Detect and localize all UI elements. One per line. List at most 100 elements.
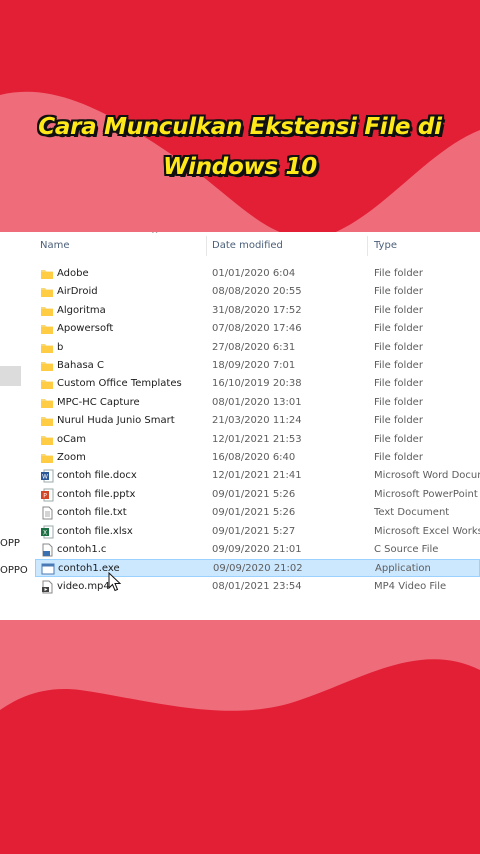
file-row[interactable]: Wcontoh file.docx 12/01/2021 21:41 Microso… [35,467,480,485]
file-date-modified: 08/01/2021 23:54 [212,580,302,592]
file-row[interactable]: AirDroid 08/08/2020 20:55 File folder [35,283,480,301]
file-row[interactable]: Bahasa C 18/09/2020 7:01 File folder [35,357,480,375]
file-row[interactable]: Adobe 01/01/2020 6:04 File folder [35,265,480,283]
column-header-date[interactable]: Date modified [207,232,367,258]
file-name: Algoritma [57,304,106,316]
file-name: Nurul Huda Junio Smart [57,415,175,427]
file-type: File folder [374,378,423,390]
file-name: Apowersoft [57,323,114,335]
file-date-modified: 01/01/2020 6:04 [212,268,296,279]
file-date-modified: 27/08/2020 6:31 [212,341,296,353]
file-name: contoh file.txt [57,507,127,519]
file-type: Text Document [374,507,450,519]
file-date-modified: 16/10/2019 20:38 [212,378,302,390]
file-row[interactable]: Pcontoh file.pptx 09/01/2021 5:26 Microsof… [35,486,480,504]
file-type: Application [375,563,431,575]
file-type: Microsoft Excel Worksh [374,525,480,537]
overlay-title-line1: Cara Munculkan Ekstensi File di [38,114,442,140]
column-header-name[interactable]: ^ Name [35,232,205,258]
file-type: File folder [374,323,423,335]
folder-icon [40,285,54,299]
file-row[interactable]: Apowersoft 07/08/2020 17:46 File folder [35,320,480,338]
file-type: File folder [374,396,423,408]
file-name: Bahasa C [57,360,104,371]
file-row[interactable]: contoh1.c 09/09/2020 21:01 C Source File [35,541,480,559]
file-row[interactable]: contoh1.exe 09/09/2020 21:02 Application [35,559,480,578]
svg-text:X: X [43,529,47,536]
file-row[interactable]: b 27/08/2020 6:31 File folder [35,339,480,357]
svg-text:W: W [42,474,48,481]
nav-pane-selected-item[interactable] [0,366,21,386]
file-name: AirDroid [57,286,98,298]
folder-icon [40,377,54,391]
file-type: C Source File [374,544,439,555]
file-name: contoh file.docx [57,470,137,482]
file-date-modified: 21/03/2020 11:24 [212,415,302,427]
file-name: video.mp4 [57,580,110,592]
video-file-icon [40,580,54,594]
folder-icon [40,304,54,318]
excel-icon: X [40,525,54,539]
file-date-modified: 12/01/2021 21:41 [212,470,302,482]
file-date-modified: 08/08/2020 20:55 [212,286,302,298]
folder-icon [40,267,54,281]
svg-text:P: P [43,492,47,499]
folder-icon [40,433,54,447]
file-row[interactable]: contoh file.txt 09/01/2021 5:26 Text Docum… [35,504,480,522]
file-row[interactable]: oCam 12/01/2021 21:53 File folder [35,431,480,449]
file-date-modified: 09/09/2020 21:02 [213,563,303,575]
file-row[interactable]: Nurul Huda Junio Smart 21/03/2020 11:24 Fi… [35,412,480,430]
file-date-modified: 31/08/2020 17:52 [212,304,302,316]
file-type: File folder [374,452,423,463]
file-date-modified: 09/09/2020 21:01 [212,544,302,555]
file-date-modified: 07/08/2020 17:46 [212,323,302,335]
file-date-modified: 09/01/2021 5:26 [212,507,296,519]
c-source-icon [40,543,54,557]
folder-icon [40,414,54,428]
file-name: contoh file.xlsx [57,525,133,537]
file-type: File folder [374,268,423,279]
file-date-modified: 16/08/2020 6:40 [212,452,296,463]
file-type: File folder [374,433,423,445]
file-type: MP4 Video File [374,580,447,592]
word-icon: W [40,469,54,483]
file-row[interactable]: MPC-HC Capture 08/01/2020 13:01 File folde… [35,394,480,412]
file-type: File folder [374,341,423,353]
folder-icon [40,341,54,355]
file-row[interactable]: Zoom 16/08/2020 6:40 File folder [35,449,480,467]
file-name: Adobe [57,268,89,279]
sort-ascending-icon: ^ [151,232,159,240]
mouse-cursor-icon [108,572,122,592]
file-name: b [57,341,64,353]
powerpoint-icon: P [40,488,54,502]
file-type: Microsoft Word Docum [374,470,480,482]
overlay-title-line2: Windows 10 [163,154,317,180]
file-date-modified: 08/01/2020 13:01 [212,396,302,408]
application-icon [41,562,55,576]
file-type: File folder [374,286,423,298]
file-date-modified: 09/01/2021 5:27 [212,525,296,537]
folder-icon [40,451,54,465]
file-date-modified: 18/09/2020 7:01 [212,360,296,371]
file-row[interactable]: Custom Office Templates 16/10/2019 20:38 F… [35,375,480,393]
folder-icon [40,396,54,410]
folder-icon [40,359,54,373]
text-file-icon [40,506,54,520]
file-name: contoh1.c [57,544,107,555]
file-row[interactable]: Xcontoh file.xlsx 09/01/2021 5:27 Microsof… [35,523,480,541]
file-type: File folder [374,415,423,427]
file-date-modified: 12/01/2021 21:53 [212,433,302,445]
file-type: File folder [374,304,423,316]
file-name: contoh file.pptx [57,488,136,500]
nav-pane-item[interactable]: OPP [0,538,20,549]
folder-icon [40,322,54,336]
file-name: oCam [57,433,86,445]
file-row[interactable]: Algoritma 31/08/2020 17:52 File folder [35,302,480,320]
column-header-type[interactable]: Type [368,232,480,258]
file-type: File folder [374,360,423,371]
file-name: Custom Office Templates [57,378,182,390]
nav-pane-item[interactable]: OPPO [0,565,28,576]
file-type: Microsoft PowerPoint P [374,488,480,500]
file-row[interactable]: video.mp4 08/01/2021 23:54 MP4 Video File [35,578,480,596]
file-name: MPC-HC Capture [57,396,140,408]
